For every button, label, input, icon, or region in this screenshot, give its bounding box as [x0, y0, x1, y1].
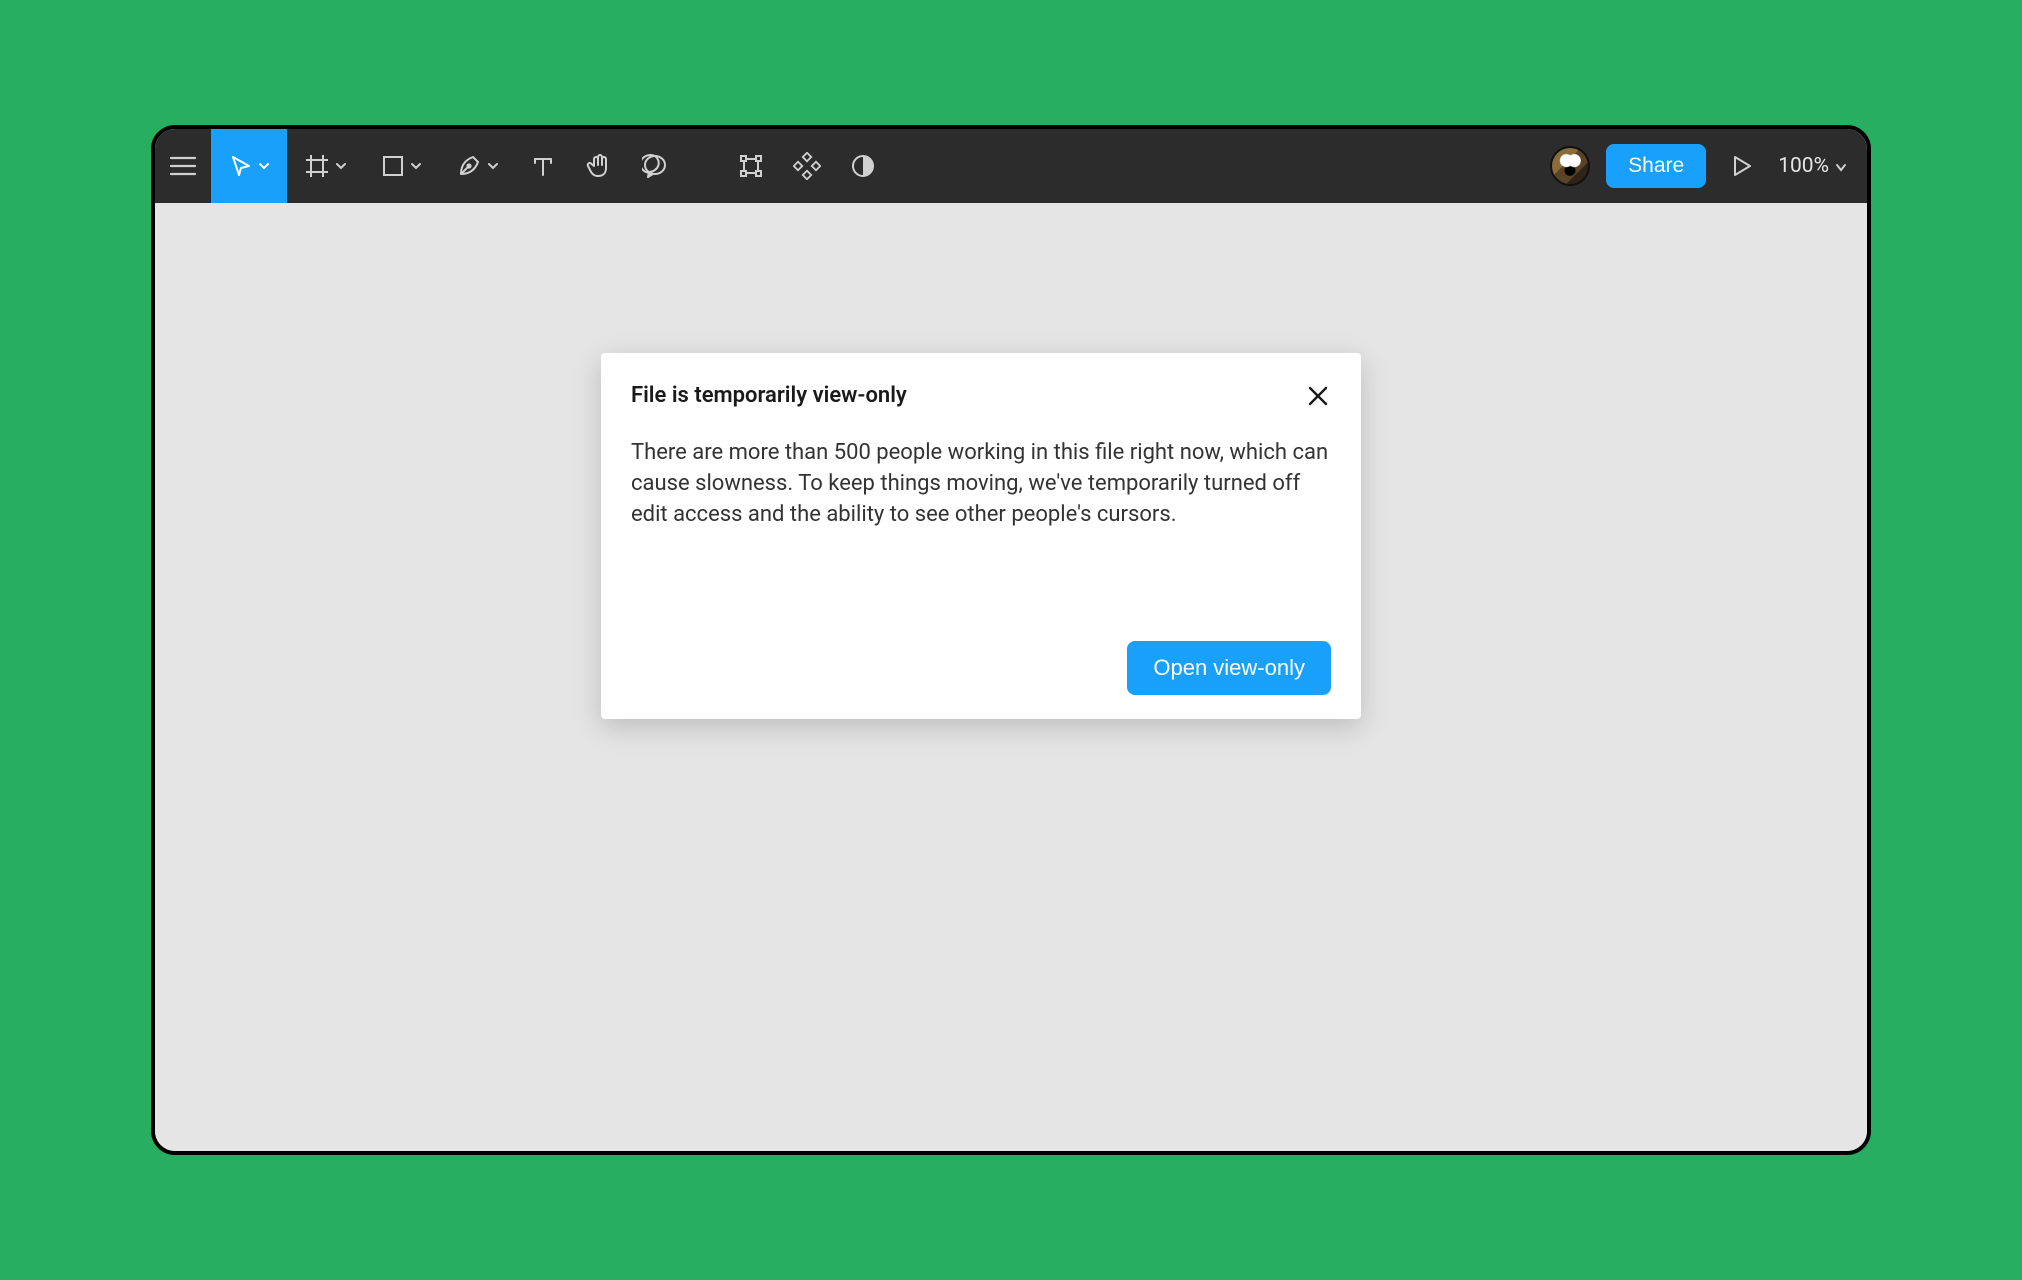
shape-tool[interactable] [363, 129, 439, 203]
components-icon [793, 152, 821, 180]
view-only-modal: File is temporarily view-only There are … [601, 353, 1361, 719]
text-icon [531, 154, 555, 178]
mask-tool[interactable] [835, 129, 891, 203]
close-icon [1307, 392, 1329, 411]
move-tool[interactable] [211, 129, 287, 203]
present-button[interactable] [1722, 129, 1762, 203]
zoom-control[interactable]: 100% [1778, 154, 1847, 178]
edit-object-tool[interactable] [723, 129, 779, 203]
toolbar: Share 100% [155, 129, 1867, 203]
play-icon [1732, 155, 1752, 177]
cursor-icon [229, 154, 253, 178]
rectangle-icon [381, 154, 405, 178]
chevron-down-icon [411, 162, 421, 170]
comment-icon [642, 153, 668, 179]
chevron-down-icon [1835, 154, 1847, 178]
open-view-only-button[interactable]: Open view-only [1127, 641, 1331, 695]
hand-icon [586, 153, 612, 179]
chevron-down-icon [488, 162, 498, 170]
chevron-down-icon [336, 162, 346, 170]
canvas[interactable]: File is temporarily view-only There are … [155, 203, 1867, 1151]
chevron-down-icon [259, 162, 269, 170]
edit-object-icon [738, 153, 764, 179]
frame-icon [304, 153, 330, 179]
zoom-label: 100% [1778, 154, 1829, 178]
main-menu-button[interactable] [155, 129, 211, 203]
modal-body: There are more than 500 people working i… [631, 437, 1331, 531]
pen-icon [456, 153, 482, 179]
frame-tool[interactable] [287, 129, 363, 203]
app-window: Share 100% File is tempora [151, 125, 1871, 1155]
toolbar-left [155, 129, 891, 203]
toolbar-right: Share 100% [1550, 129, 1867, 203]
comment-tool[interactable] [627, 129, 683, 203]
share-button[interactable]: Share [1606, 144, 1706, 188]
pen-tool[interactable] [439, 129, 515, 203]
modal-close-button[interactable] [1305, 383, 1331, 413]
modal-title: File is temporarily view-only [631, 383, 907, 408]
hamburger-icon [170, 156, 196, 176]
hand-tool[interactable] [571, 129, 627, 203]
text-tool[interactable] [515, 129, 571, 203]
components-tool[interactable] [779, 129, 835, 203]
mask-icon [850, 153, 876, 179]
avatar[interactable] [1550, 146, 1590, 186]
